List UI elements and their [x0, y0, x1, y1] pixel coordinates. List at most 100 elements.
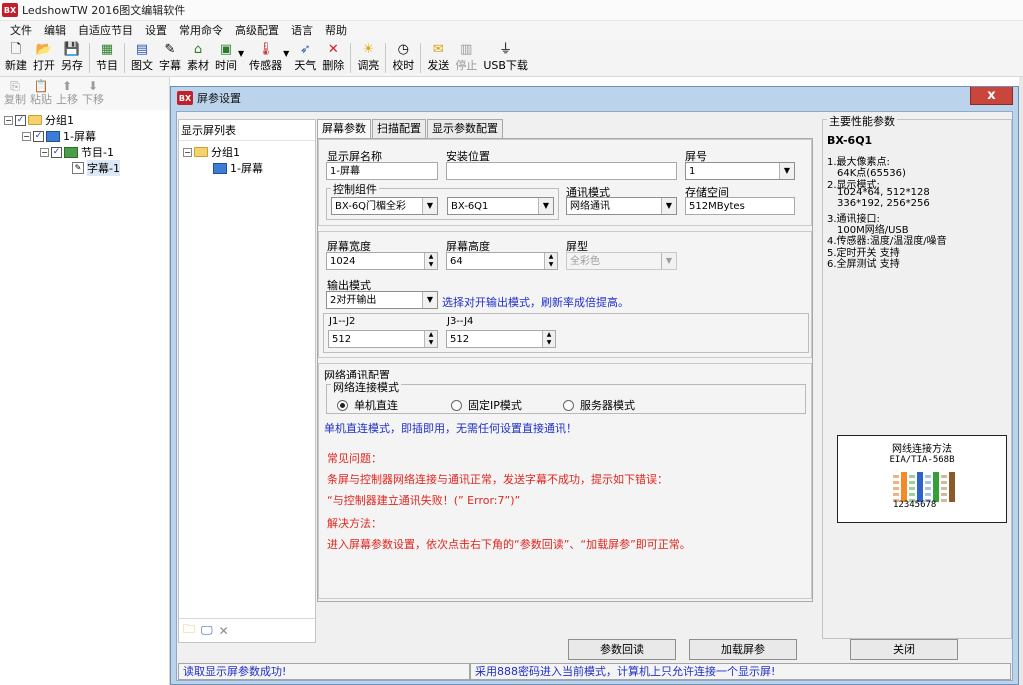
brightness-icon: ☀ — [362, 42, 375, 57]
j3-j4-input[interactable]: 512 ▲ ▼ — [446, 330, 556, 348]
toolbar-separator — [385, 43, 387, 73]
stop-button[interactable]: ▥ 停止 — [452, 40, 480, 73]
add-group-folder-icon[interactable]: 🗀 — [183, 620, 195, 641]
menu-common-commands[interactable]: 常用命令 — [173, 21, 229, 40]
material-button[interactable]: ⌂ 素材 — [184, 40, 212, 73]
open-button[interactable]: 📂 打开 — [30, 40, 58, 73]
graphic-icon: ▤ — [135, 42, 149, 57]
menu-advanced-config[interactable]: 高级配置 — [229, 21, 285, 40]
load-params-button[interactable]: 加载屏参 — [689, 639, 797, 660]
faq-problem: 条屏与控制器网络连接与通讯正常，发送字幕不成功，提示如下错误： — [327, 473, 668, 486]
performance-panel: 主要性能参数 BX-6Q1 1.最大像素点: 64K点(65536) 2.显示模… — [822, 113, 1012, 639]
copy-button[interactable]: ⎘ 复制 — [2, 77, 28, 110]
cable-wire — [901, 472, 907, 502]
spin-arrows-icon[interactable]: ▲ ▼ — [424, 253, 437, 269]
menu-adaptive-program[interactable]: 自适应节目 — [72, 21, 139, 40]
folder-icon — [28, 115, 42, 125]
cable-diagram: 网线连接方法 EIA/TIA-568B 12345678 — [837, 435, 1007, 523]
move-up-button[interactable]: ⬆ 上移 — [54, 77, 80, 110]
radio-direct-connect[interactable]: 单机直连 — [337, 397, 398, 413]
sensor-button[interactable]: 🌡 传感器 — [246, 40, 285, 73]
screen-list-title: 显示屏列表 — [179, 120, 315, 141]
send-button[interactable]: ✉ 发送 — [424, 40, 452, 73]
collapse-icon[interactable]: − — [40, 147, 49, 157]
subtitle-button[interactable]: ✎ 字幕 — [156, 40, 184, 73]
screen-params-page: 显示屏名称 1-屏幕 安装位置 屏号 1 ▼ 控制组件 BX-6Q门楣全彩 ▼ BX… — [317, 138, 813, 602]
checkbox-checked-icon[interactable]: ✓ — [33, 130, 44, 142]
menu-help[interactable]: 帮助 — [319, 21, 353, 40]
dialog-title: 屏参设置 — [197, 92, 241, 105]
screen-type-select[interactable]: 全彩色 ▼ — [566, 252, 677, 270]
readback-button[interactable]: 参数回读 — [568, 639, 676, 660]
toolbar-separator — [89, 43, 90, 73]
send-envelope-icon: ✉ — [432, 42, 444, 57]
stop-label: 停止 — [455, 59, 478, 72]
screen-width-input[interactable]: 1024 ▲ ▼ — [326, 252, 438, 270]
delete-x-icon[interactable]: ✕ — [219, 624, 229, 638]
screen-number-select[interactable]: 1 ▼ — [685, 162, 795, 180]
tree-node-screen[interactable]: − ✓ 1-屏幕 — [0, 128, 169, 144]
time-button[interactable]: ▣ 时间 — [212, 40, 240, 73]
tree-node-program[interactable]: − ✓ 节目-1 — [0, 144, 169, 160]
spin-arrows-icon[interactable]: ▲ ▼ — [542, 331, 555, 347]
delete-button[interactable]: ✕ 删除 — [319, 40, 347, 73]
time-dropdown-icon[interactable]: ▼ — [238, 49, 244, 58]
toolbar-separator — [350, 43, 352, 73]
close-button[interactable]: 关闭 — [850, 639, 958, 660]
screen-list-screen[interactable]: 1-屏幕 — [179, 160, 315, 176]
control-series-select[interactable]: BX-6Q门楣全彩 ▼ — [331, 197, 438, 215]
screen-list-group[interactable]: − 分组1 — [179, 144, 315, 160]
collapse-icon[interactable]: − — [22, 131, 31, 141]
move-down-button[interactable]: ⬇ 下移 — [80, 77, 106, 110]
collapse-icon[interactable]: − — [183, 147, 192, 157]
right-edge-scrollbar[interactable] — [1019, 77, 1023, 685]
timing-button[interactable]: ◷ 校时 — [389, 40, 417, 73]
checkbox-checked-icon[interactable]: ✓ — [15, 114, 26, 126]
comm-mode-select[interactable]: 网络通讯 ▼ — [566, 197, 677, 215]
radio-fixed-ip[interactable]: 固定IP模式 — [451, 397, 522, 413]
program-tree: − ✓ 分组1 − ✓ 1-屏幕 − ✓ 节目-1 ✎ 字幕-1 — [0, 110, 169, 176]
menu-edit[interactable]: 编辑 — [38, 21, 72, 40]
sensor-dropdown-icon[interactable]: ▼ — [283, 49, 289, 58]
paste-button[interactable]: 📋 粘贴 — [28, 77, 54, 110]
dialog-close-icon[interactable]: x — [970, 87, 1013, 105]
control-model-value: BX-6Q1 — [451, 201, 489, 212]
control-model-select[interactable]: BX-6Q1 ▼ — [447, 197, 554, 215]
save-as-button[interactable]: 💾 另存 — [58, 40, 86, 73]
location-input[interactable] — [446, 162, 677, 180]
tree-node-subtitle[interactable]: ✎ 字幕-1 — [0, 160, 169, 176]
tab-display-config[interactable]: 显示参数配置 — [427, 119, 503, 138]
cable-wire — [917, 472, 923, 502]
spin-arrows-icon[interactable]: ▲ ▼ — [424, 331, 437, 347]
radio-server-mode[interactable]: 服务器模式 — [563, 397, 635, 413]
arrow-down-icon: ⬇ — [87, 79, 99, 93]
screen-name-input[interactable]: 1-屏幕 — [326, 162, 438, 180]
weather-button[interactable]: ➶ 天气 — [291, 40, 319, 73]
brightness-button[interactable]: ☀ 调亮 — [354, 40, 382, 73]
checkbox-checked-icon[interactable]: ✓ — [51, 146, 62, 158]
graphic-button[interactable]: ▤ 图文 — [128, 40, 156, 73]
output-mode-select[interactable]: 2对开输出 ▼ — [326, 291, 438, 309]
new-button[interactable]: 🗋 新建 — [2, 40, 30, 73]
menu-settings[interactable]: 设置 — [139, 21, 173, 40]
timing-clock-icon: ◷ — [397, 42, 409, 57]
tree-node-group[interactable]: − ✓ 分组1 — [0, 112, 169, 128]
usb-download-button[interactable]: ⏚ USB下载 — [480, 40, 531, 73]
menu-language[interactable]: 语言 — [285, 21, 319, 40]
j1-j2-input[interactable]: 512 ▲ ▼ — [328, 330, 438, 348]
tab-scan-config[interactable]: 扫描配置 — [372, 119, 426, 138]
dialog-body: 显示屏列表 − 分组1 1-屏幕 🗀 🖵 ✕ 屏幕参数 扫描配置 显示参数配置 — [176, 111, 1013, 681]
perf-line: 6.全屏测试 支持 — [827, 259, 900, 270]
toolbar-separator — [124, 43, 125, 73]
screen-type-value: 全彩色 — [570, 256, 600, 267]
menu-file[interactable]: 文件 — [4, 21, 38, 40]
screen-height-input[interactable]: 64 ▲ ▼ — [446, 252, 558, 270]
screen-height-value: 64 — [450, 256, 463, 267]
collapse-icon[interactable]: − — [4, 115, 13, 125]
add-screen-monitor-icon[interactable]: 🖵 — [201, 623, 213, 638]
monitor-icon — [213, 162, 227, 174]
program-button[interactable]: ▦ 节目 — [93, 40, 121, 73]
tab-screen-params[interactable]: 屏幕参数 — [317, 119, 371, 139]
spin-arrows-icon[interactable]: ▲ ▼ — [544, 253, 557, 269]
open-folder-icon: 📂 — [35, 42, 53, 57]
